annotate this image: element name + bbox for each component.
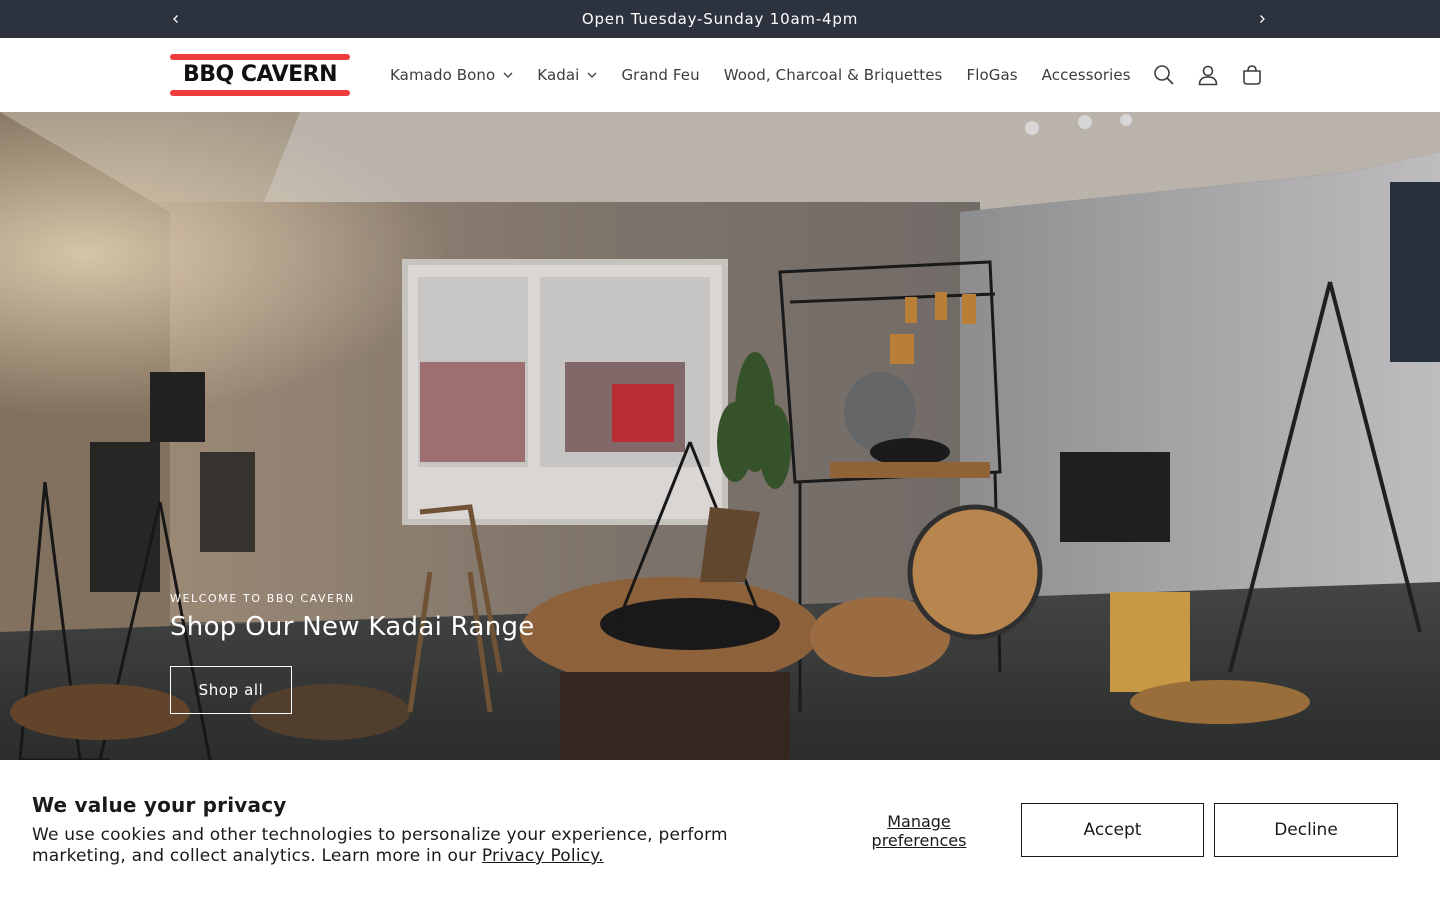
cookie-title: We value your privacy	[32, 793, 287, 817]
logo-bar-top	[170, 54, 350, 60]
nav-item-label: Grand Feu	[621, 66, 700, 84]
announcement-bar: Open Tuesday-Sunday 10am-4pm	[0, 0, 1440, 38]
nav-item-flogas[interactable]: FloGas	[954, 66, 1029, 84]
account-icon[interactable]	[1196, 63, 1220, 87]
chevron-down-icon	[503, 72, 513, 78]
nav-item-accessories[interactable]: Accessories	[1030, 66, 1143, 84]
cart-icon[interactable]	[1240, 63, 1264, 87]
nav-item-label: Wood, Charcoal & Briquettes	[723, 66, 943, 84]
site-header: BBQ CAVERN Kamado Bono Kadai Grand Feu W…	[0, 38, 1440, 112]
hero-title: Shop Our New Kadai Range	[170, 612, 535, 642]
hero-overlay	[0, 112, 1440, 760]
manage-preferences-link[interactable]: Manage preferences	[856, 812, 982, 850]
chevron-down-icon	[587, 72, 597, 78]
nav-item-kadai[interactable]: Kadai	[525, 66, 609, 84]
cookie-text: We use cookies and other technologies to…	[32, 825, 772, 867]
logo-bar-bottom	[170, 90, 350, 96]
main-nav: Kamado Bono Kadai Grand Feu Wood, Charco…	[378, 38, 1143, 112]
decline-button[interactable]: Decline	[1214, 803, 1398, 857]
logo-text: BBQ CAVERN	[183, 62, 337, 87]
nav-item-label: Kamado Bono	[390, 66, 496, 84]
search-icon[interactable]	[1152, 63, 1176, 87]
cookie-banner: We value your privacy We use cookies and…	[0, 760, 1440, 900]
shop-all-button[interactable]: Shop all	[170, 666, 292, 714]
cookie-body: We use cookies and other technologies to…	[32, 825, 728, 866]
announcement-text: Open Tuesday-Sunday 10am-4pm	[581, 10, 859, 28]
logo[interactable]: BBQ CAVERN	[170, 54, 350, 96]
nav-item-label: Kadai	[537, 66, 580, 84]
nav-item-kamado-bono[interactable]: Kamado Bono	[378, 66, 525, 84]
hero-banner: WELCOME TO BBQ CAVERN Shop Our New Kadai…	[0, 112, 1440, 760]
accept-button[interactable]: Accept	[1021, 803, 1204, 857]
nav-item-grand-feu[interactable]: Grand Feu	[609, 66, 711, 84]
hero-subtitle: WELCOME TO BBQ CAVERN	[170, 592, 355, 605]
nav-item-label: FloGas	[966, 66, 1018, 84]
chevron-right-icon[interactable]	[1252, 9, 1272, 29]
nav-item-wood-charcoal[interactable]: Wood, Charcoal & Briquettes	[712, 66, 955, 84]
nav-item-label: Accessories	[1041, 66, 1131, 84]
privacy-policy-link[interactable]: Privacy Policy.	[482, 846, 604, 866]
